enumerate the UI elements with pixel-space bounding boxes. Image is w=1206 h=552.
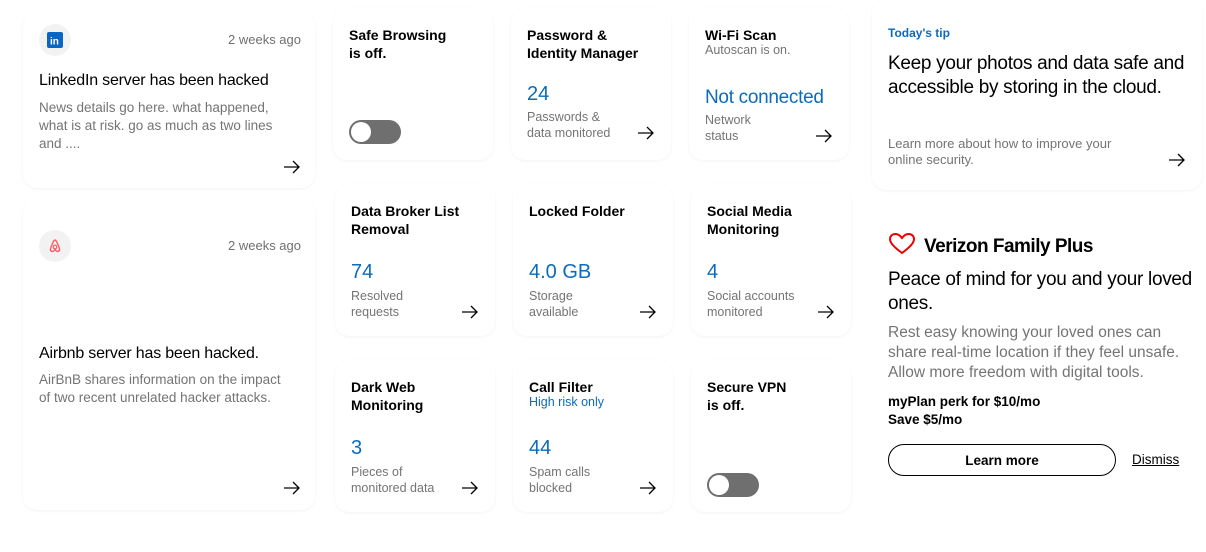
- secure-vpn-toggle[interactable]: [707, 473, 759, 497]
- tile-data-broker[interactable]: Data Broker List Removal 74 Resolved req…: [335, 184, 495, 336]
- tile-label: Passwords & data monitored: [527, 110, 611, 140]
- tile-value: Not connected: [705, 87, 824, 108]
- tile-safe-browsing[interactable]: Safe Browsing is off.: [333, 8, 493, 160]
- tile-label: Network status: [705, 113, 751, 143]
- tile-title: Password & Identity Manager: [527, 27, 639, 61]
- tile-value: 3: [351, 437, 363, 459]
- promo-body: Rest easy knowing your loved ones can sh…: [888, 324, 1180, 381]
- arrow-right-icon[interactable]: [637, 126, 655, 140]
- toggle-knob: [709, 475, 729, 495]
- tile-wifi-scan[interactable]: Wi-Fi Scan Autoscan is on. Not connected…: [689, 8, 849, 160]
- news-title: LinkedIn server has been hacked: [39, 72, 269, 89]
- tile-label: Resolved requests: [351, 289, 404, 319]
- promo-headline: Peace of mind for you and your loved one…: [888, 269, 1192, 314]
- svg-text:in: in: [50, 37, 59, 48]
- arrow-right-icon[interactable]: [817, 305, 835, 319]
- tile-title: Safe Browsing is off.: [349, 27, 447, 61]
- news-body: AirBnB shares information on the impact …: [39, 372, 281, 405]
- tile-locked-folder[interactable]: Locked Folder 4.0 GB Storage available: [513, 184, 673, 336]
- tile-subtitle: High risk only: [529, 395, 605, 409]
- tile-dark-web[interactable]: Dark Web Monitoring 3 Pieces of monitore…: [335, 360, 495, 512]
- arrow-right-icon[interactable]: [461, 481, 479, 495]
- tile-label: Spam calls blocked: [529, 465, 591, 495]
- tile-title: Wi-Fi Scan: [705, 27, 777, 43]
- arrow-right-icon[interactable]: [639, 305, 657, 319]
- heart-icon: [888, 232, 916, 262]
- promo-perk: myPlan perk for $10/mo Save $5/mo: [888, 393, 1040, 429]
- news-title: Airbnb server has been hacked.: [39, 345, 259, 362]
- toggle-knob: [351, 122, 371, 142]
- tile-value: 4: [707, 261, 719, 283]
- tile-social-media[interactable]: Social Media Monitoring 4 Social account…: [691, 184, 851, 336]
- arrow-right-icon[interactable]: [283, 160, 301, 174]
- promo-perk-price: myPlan perk for $10/mo: [888, 394, 1041, 409]
- arrow-right-icon[interactable]: [639, 481, 657, 495]
- tile-call-filter[interactable]: Call Filter High risk only 44 Spam calls…: [513, 360, 673, 512]
- tile-title: Dark Web Monitoring: [351, 379, 424, 413]
- arrow-right-icon[interactable]: [461, 305, 479, 319]
- tile-value: 44: [529, 437, 552, 459]
- learn-more-button[interactable]: Learn more: [888, 444, 1116, 476]
- tile-title: Secure VPN is off.: [707, 379, 787, 413]
- tile-title: Call Filter: [529, 379, 593, 395]
- promo-card: Verizon Family Plus Peace of mind for yo…: [872, 0, 1202, 512]
- tile-title: Locked Folder: [529, 203, 625, 219]
- tile-secure-vpn[interactable]: Secure VPN is off.: [691, 360, 851, 512]
- dismiss-link[interactable]: Dismiss: [1132, 452, 1179, 467]
- promo-perk-savings: Save $5/mo: [888, 412, 963, 427]
- tile-label: Storage available: [529, 289, 579, 319]
- tile-subtitle: Autoscan is on.: [705, 43, 791, 57]
- promo-brand-name: Verizon Family Plus: [924, 236, 1093, 257]
- arrow-right-icon[interactable]: [815, 129, 833, 143]
- news-card-linkedin[interactable]: in 2 weeks ago LinkedIn server has been …: [23, 12, 315, 188]
- promo-brand: Verizon Family Plus: [888, 232, 1093, 262]
- airbnb-icon: [39, 230, 71, 262]
- tile-title: Data Broker List Removal: [351, 203, 460, 237]
- arrow-right-icon[interactable]: [283, 481, 301, 495]
- tile-label: Social accounts monitored: [707, 289, 795, 319]
- linkedin-icon: in: [39, 24, 71, 56]
- tile-value: 4.0 GB: [529, 261, 592, 283]
- news-timestamp: 2 weeks ago: [228, 238, 301, 253]
- safe-browsing-toggle[interactable]: [349, 120, 401, 144]
- tile-title: Social Media Monitoring: [707, 203, 792, 237]
- news-card-airbnb[interactable]: 2 weeks ago Airbnb server has been hacke…: [23, 198, 315, 510]
- news-body: News details go here. what happened, wha…: [39, 100, 273, 151]
- tile-value: 74: [351, 261, 374, 283]
- tile-value: 24: [527, 83, 550, 105]
- tile-password-manager[interactable]: Password & Identity Manager 24 Passwords…: [511, 8, 671, 160]
- news-timestamp: 2 weeks ago: [228, 32, 301, 47]
- tile-label: Pieces of monitored data: [351, 465, 435, 495]
